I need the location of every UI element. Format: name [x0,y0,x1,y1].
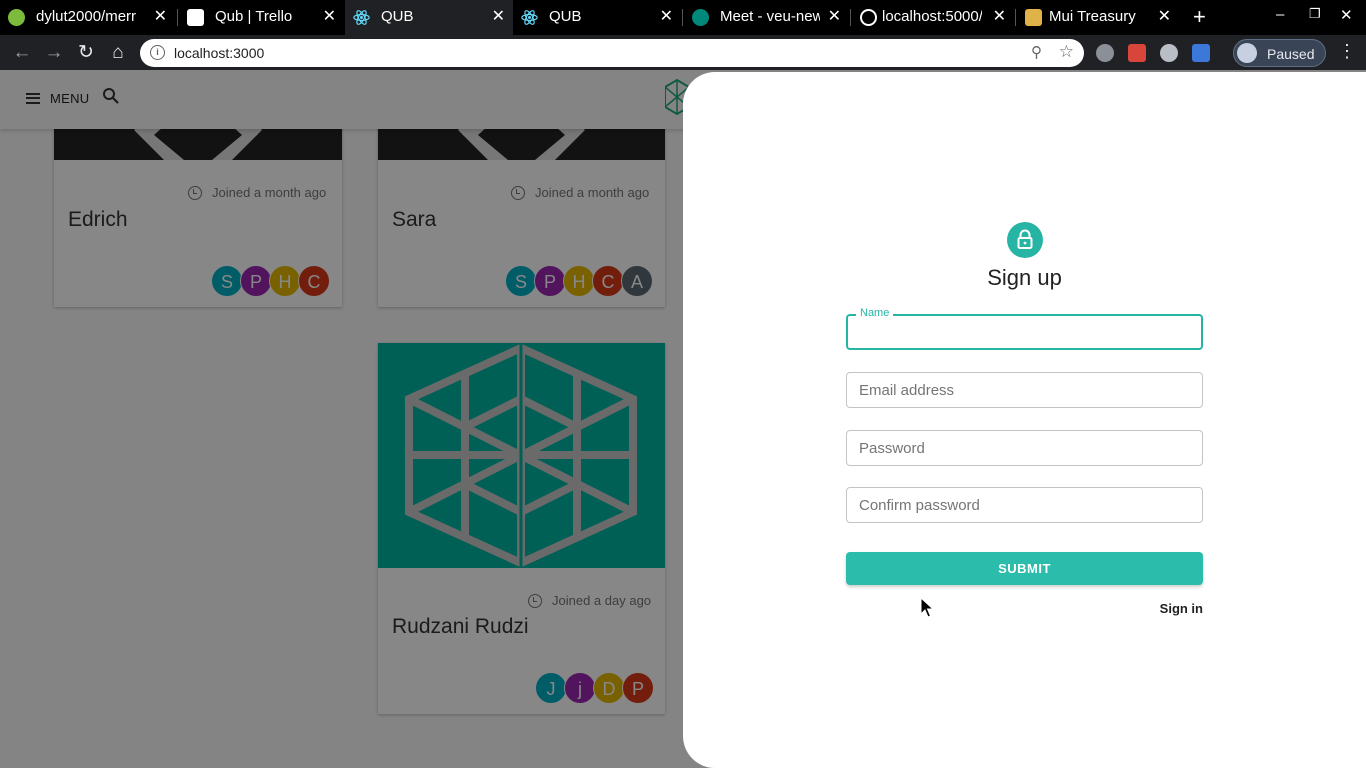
bookmark-star-icon[interactable]: ☆ [1059,42,1074,62]
minimize-icon[interactable]: – [1276,6,1284,23]
password-field[interactable]: Password [846,430,1203,466]
url-text[interactable]: localhost:3000 [174,45,264,61]
close-icon[interactable]: ✕ [828,6,841,26]
extension-icon-3[interactable] [1160,44,1178,62]
site-info-icon[interactable]: i [150,45,165,60]
close-icon[interactable]: ✕ [660,6,673,26]
browser-tab-strip: dylut2000/merr ✕ Qub | Trello ✕ QUB ✕ QU… [0,0,1366,35]
close-icon[interactable]: ✕ [323,6,336,26]
lock-avatar [1007,222,1043,258]
name-input[interactable] [848,316,1201,348]
password-placeholder: Password [859,440,925,457]
tab-title: Meet - veu-new [720,8,820,25]
submit-button[interactable]: SUBMIT [846,552,1203,585]
globe-icon [860,9,877,26]
home-icon[interactable]: ⌂ [106,41,130,65]
browser-tab-localhost5000[interactable]: localhost:5000/ ✕ [852,0,1014,35]
lock-icon [1017,229,1033,249]
new-tab-button[interactable]: + [1193,4,1206,30]
browser-tab-qub[interactable]: QUB ✕ [513,0,681,35]
back-icon[interactable]: ← [10,41,34,65]
profile-button[interactable]: Paused [1233,39,1326,67]
address-bar[interactable]: i localhost:3000 ⚲ ☆ [140,39,1084,67]
tab-title: QUB [381,8,414,25]
tab-title: Mui Treasury [1049,8,1136,25]
more-menu-icon[interactable]: ⋮ [1338,41,1356,62]
extension-icon-2[interactable] [1128,44,1146,62]
email-placeholder: Email address [859,382,955,399]
email-field[interactable]: Email address [846,372,1203,408]
tab-title: QUB [549,8,582,25]
github-icon [8,9,25,26]
tab-divider [682,9,683,26]
sign-in-link[interactable]: Sign in [1153,601,1203,616]
confirm-password-field[interactable]: Confirm password [846,487,1203,523]
close-icon[interactable]: ✕ [1158,6,1171,26]
profile-avatar [1237,43,1257,63]
mouse-cursor-icon [920,597,934,618]
confirm-password-placeholder: Confirm password [859,497,980,514]
browser-tab-github[interactable]: dylut2000/merr ✕ [0,0,175,35]
meet-icon [692,9,709,26]
zoom-icon[interactable]: ⚲ [1031,43,1042,61]
name-field[interactable]: Name [846,307,1203,350]
signup-drawer: Sign up Name Email address Password Conf… [683,72,1366,768]
browser-tab-mui-treasury[interactable]: Mui Treasury ✕ [1017,0,1179,35]
browser-tab-trello[interactable]: Qub | Trello ✕ [179,0,344,35]
close-icon[interactable]: ✕ [492,6,505,26]
restore-icon[interactable]: ❐ [1309,6,1321,22]
tab-divider [850,9,851,26]
react-icon [521,10,538,25]
trello-icon [187,9,204,26]
forward-icon[interactable]: → [42,41,66,65]
extension-icon-1[interactable] [1096,44,1114,62]
browser-toolbar: ← → ↻ ⌂ i localhost:3000 ⚲ ☆ Paused ⋮ [0,35,1366,70]
tab-divider [1015,9,1016,26]
tab-divider [177,9,178,26]
reload-icon[interactable]: ↻ [74,41,98,65]
tab-title: dylut2000/merr [36,8,137,25]
tab-title: localhost:5000/ [882,8,982,25]
react-icon [353,10,370,25]
browser-tab-qub-active[interactable]: QUB ✕ [345,0,513,35]
extension-icon-4[interactable] [1192,44,1210,62]
close-window-icon[interactable]: ✕ [1340,6,1353,24]
tab-title: Qub | Trello [215,8,293,25]
close-icon[interactable]: ✕ [154,6,167,26]
close-icon[interactable]: ✕ [993,6,1006,26]
mui-treasury-icon [1025,9,1042,26]
profile-status: Paused [1267,46,1315,62]
browser-tab-meet[interactable]: Meet - veu-new ✕ [684,0,849,35]
page-title: Sign up [987,265,1062,290]
